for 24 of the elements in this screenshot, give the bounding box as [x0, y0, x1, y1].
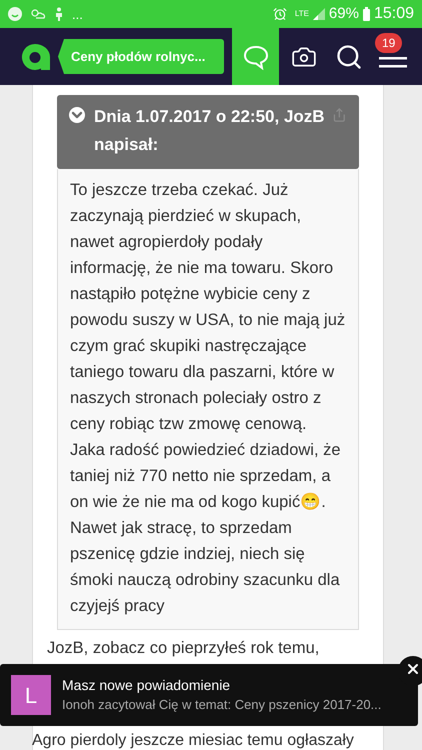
- quote-text: To jeszcze trzeba czekać. Już zaczynają pierdzieć w skupach, nawet agropierdoły podały informację, że nie ma towaru. Skoro nastąpiło potężne wybicie ceny z powodu suszy w USA, to nie mają już czym grać skupiki nastręczające taniego towaru dla paszarni, które w naszych stronach poleciały ostro z ceny robiąc tzw zmowę cenową. Jaka radość powiedzieć dziadowi, że taniej niż 770 netto nie sprzedam, a on wie że nie ma od kogo kupić😁. Nawet jak stracę, to sprzedam pszenicę gdzie indziej, niech się śmoki nauczą odrobiny szacunku dla czyjejś pracy: [70, 180, 346, 617]
- quote-author: Dnia 1.07.2017 o 22:50, JozB napisał:: [94, 106, 326, 156]
- notification-badge: 19: [375, 32, 402, 52]
- battery-level: 69%: [328, 4, 359, 24]
- search-icon[interactable]: [335, 42, 363, 70]
- clock: 15:09: [374, 4, 414, 24]
- speech-bubble-icon: [242, 44, 268, 70]
- avatar: L: [11, 675, 51, 715]
- figure-icon: [54, 7, 64, 21]
- toast-message: Ionoh zacytował Cię w temat: Ceny pszenicy 2017-20...: [62, 696, 382, 714]
- toast-title: Masz nowe powiadomienie: [62, 676, 232, 695]
- smiley-icon: [8, 7, 22, 21]
- close-icon: [405, 661, 421, 677]
- menu-icon[interactable]: [379, 56, 407, 68]
- more-notifications: ...: [72, 8, 83, 20]
- topic-tab[interactable]: Ceny płodów rolnyc...: [58, 39, 224, 74]
- collapse-icon[interactable]: [69, 107, 85, 123]
- network-type: LTE: [294, 10, 309, 18]
- signal-icon: [312, 8, 325, 20]
- weather-icon: [30, 7, 46, 21]
- next-post-text: Agro pierdoly jeszcze miesiac temu ogłaszały: [32, 732, 354, 750]
- reply-text: JozB, zobacz co pieprzyłeś rok temu,: [47, 638, 320, 658]
- battery-icon: [362, 7, 370, 21]
- alarm-icon: [272, 7, 287, 21]
